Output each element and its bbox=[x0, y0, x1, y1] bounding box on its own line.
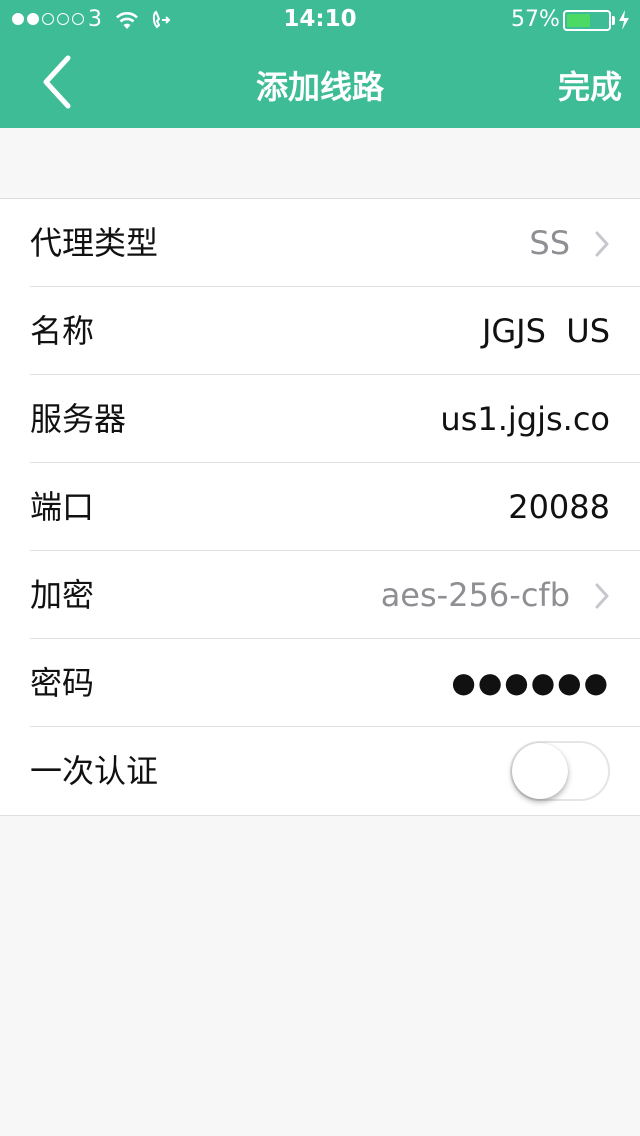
proxy-type-label: 代理类型 bbox=[30, 224, 159, 262]
port-label: 端口 bbox=[30, 488, 95, 526]
encryption-value: aes-256-cfb bbox=[380, 576, 570, 614]
done-button[interactable]: 完成 bbox=[558, 62, 622, 108]
charging-bolt-icon bbox=[619, 10, 629, 30]
chevron-right-icon bbox=[595, 583, 609, 609]
one-time-auth-row: 一次认证 bbox=[0, 727, 640, 815]
name-row[interactable]: 名称 JGJS US bbox=[0, 287, 640, 375]
status-bar: 3 14:10 57% bbox=[0, 0, 640, 40]
password-row[interactable]: 密码 ●●●●●● bbox=[0, 639, 640, 727]
port-row[interactable]: 端口 20088 bbox=[0, 463, 640, 551]
battery-percentage: 57% bbox=[511, 7, 560, 32]
back-button[interactable] bbox=[30, 52, 86, 114]
password-field[interactable]: ●●●●●● bbox=[451, 639, 610, 727]
proxy-type-value: SS bbox=[529, 224, 570, 262]
encryption-row[interactable]: 加密 aes-256-cfb bbox=[0, 551, 640, 639]
toggle-knob bbox=[512, 743, 568, 799]
server-row[interactable]: 服务器 us1.jgjs.co bbox=[0, 375, 640, 463]
route-settings-form: 代理类型 SS 名称 JGJS US 服务器 us1.jgjs.co 端口 20… bbox=[0, 198, 640, 816]
one-time-auth-label: 一次认证 bbox=[30, 752, 159, 790]
name-field[interactable]: JGJS US bbox=[482, 287, 610, 375]
battery-nub bbox=[612, 16, 615, 25]
page-title: 添加线路 bbox=[255, 68, 384, 106]
name-label: 名称 bbox=[30, 312, 95, 350]
encryption-label: 加密 bbox=[30, 576, 95, 614]
chevron-right-icon bbox=[595, 231, 609, 257]
password-label: 密码 bbox=[30, 664, 95, 702]
chevron-left-icon bbox=[43, 55, 71, 109]
proxy-type-row[interactable]: 代理类型 SS bbox=[0, 199, 640, 287]
server-label: 服务器 bbox=[30, 400, 127, 438]
navigation-header: 3 14:10 57% 添加线路 完成 bbox=[0, 0, 640, 128]
battery-level bbox=[567, 14, 590, 27]
one-time-auth-toggle[interactable] bbox=[510, 741, 610, 801]
battery-icon bbox=[563, 10, 611, 31]
server-field[interactable]: us1.jgjs.co bbox=[440, 375, 610, 463]
port-field[interactable]: 20088 bbox=[508, 463, 610, 551]
